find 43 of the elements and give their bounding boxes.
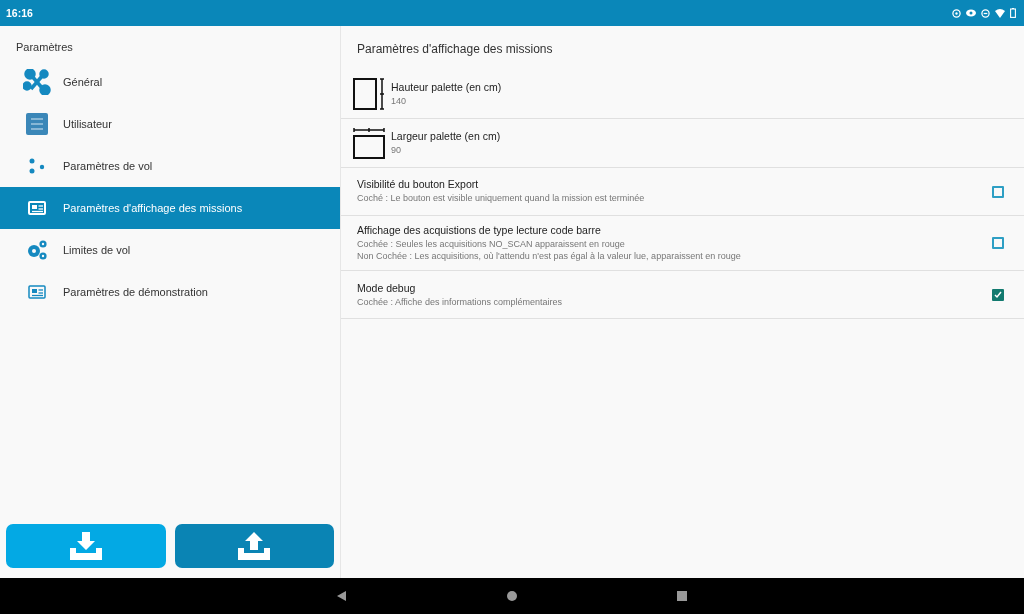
wifi-icon	[995, 8, 1005, 18]
pallet-width-icon	[353, 127, 385, 159]
setting-title: Visibilité du bouton Export	[357, 178, 480, 191]
setting-title: Largeur palette (en cm)	[391, 129, 502, 142]
setting-summary: Coché : Le bouton est visible uniquement quand la mission est terminée	[357, 193, 646, 205]
setting-summary: 90	[391, 144, 402, 157]
sidebar-item[interactable]: Utilisateur	[0, 103, 340, 145]
sidebar-item[interactable]: Paramètres d'affichage des missions	[0, 187, 340, 229]
battery-icon	[1010, 8, 1016, 18]
home-icon[interactable]	[507, 591, 517, 601]
do-not-disturb-icon	[981, 8, 990, 18]
sync-icon	[952, 8, 961, 18]
setting-summary: Cochée : Affiche des informations complémentaires	[357, 296, 563, 309]
gears-icon	[26, 239, 48, 261]
download-icon	[69, 532, 102, 560]
sidebar-item[interactable]: Paramètres de démonstration	[0, 271, 340, 313]
sidebar-item[interactable]: Paramètres de vol	[0, 145, 340, 187]
checkbox[interactable]	[992, 288, 1004, 301]
card-icon	[28, 285, 46, 299]
setting-summary: 140	[391, 95, 408, 108]
upload-button[interactable]	[174, 524, 334, 568]
molecule-icon	[23, 69, 51, 95]
download-button[interactable]	[6, 524, 166, 568]
section-title: Paramètres d'affichage des missions	[356, 41, 554, 58]
checkbox[interactable]	[992, 185, 1004, 198]
setting-summary: Cochée : Seules les acquisitions NO_SCAN apparaissent en rouge Non Cochée : Les acquisitions, où l'attendu n'est pas égal à la valeur lue, apparaissent en rouge	[357, 239, 742, 263]
setting-row[interactable]: Hauteur palette (en cm) 140	[341, 70, 1024, 119]
pallet-height-icon	[353, 78, 385, 110]
sidebar-title: Paramètres	[15, 40, 74, 55]
clock-time: 16:16	[6, 7, 33, 19]
back-icon[interactable]	[337, 591, 347, 601]
eye-icon	[966, 9, 976, 17]
setting-title: Hauteur palette (en cm)	[391, 80, 503, 93]
dots-icon	[29, 158, 45, 174]
sidebar-item[interactable]: Général	[0, 61, 340, 103]
setting-row[interactable]: Largeur palette (en cm) 90	[341, 119, 1024, 168]
sidebar-item[interactable]: Limites de vol	[0, 229, 340, 271]
setting-title: Affichage des acquistions de type lecture code barre	[357, 224, 602, 236]
setting-title: Mode debug	[357, 281, 417, 294]
card-icon	[28, 201, 46, 215]
sliders-icon	[26, 113, 48, 135]
checkbox[interactable]	[992, 237, 1004, 250]
upload-icon	[238, 532, 271, 560]
